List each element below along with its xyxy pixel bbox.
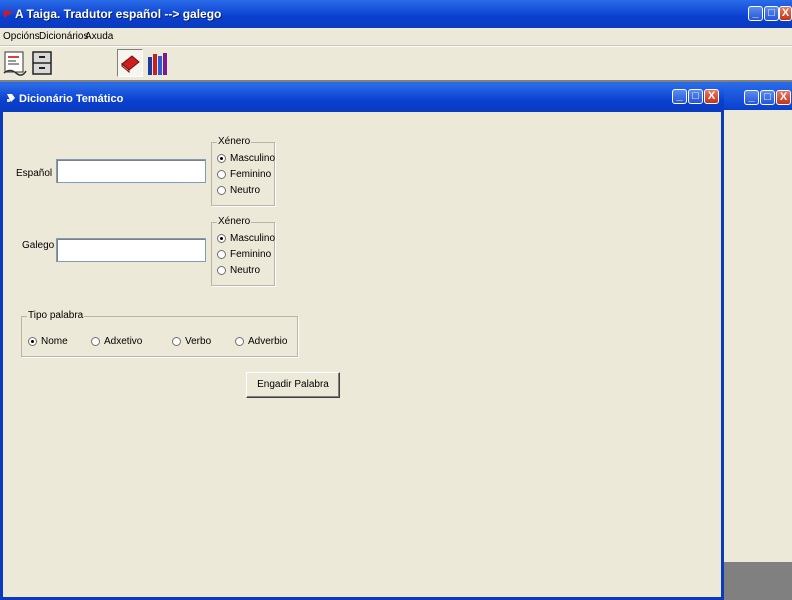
radio-label: Neutro [230,185,261,196]
child-maximize-button[interactable]: □ [688,89,703,104]
minimize-icon: _ [752,7,759,19]
close-button[interactable]: X [779,6,792,21]
xenero-espanol-group: Xénero Masculino Feminino Neutro [211,136,275,206]
radio-label: Masculino [230,233,276,244]
radio-dot [28,337,37,346]
radio-dot [235,337,244,346]
child-close-button[interactable]: X [704,89,719,104]
xenero-galego-neutro[interactable]: Neutro [217,265,260,276]
menu-bar: Opcións Dicionários Axuda [0,28,792,46]
app-icon [3,9,13,18]
radio-label: Adverbio [248,336,288,347]
tipo-nome-radio[interactable]: Nome [28,336,68,347]
radio-dot [217,266,226,275]
cabinet-icon [32,51,52,75]
app-title-bar[interactable]: A Taiga. Tradutor español --> galego _ □… [0,0,792,28]
close-icon: X [781,7,790,19]
radio-label: Feminino [230,249,272,260]
xenero-galego-legend: Xénero [217,216,252,227]
radio-label: Adxetivo [104,336,143,347]
tipo-adxetivo-radio[interactable]: Adxetivo [91,336,142,347]
translate-icon [3,51,27,76]
radio-dot [172,337,181,346]
thematic-dictionary-button[interactable] [145,49,171,77]
app-title: A Taiga. Tradutor español --> galego [15,7,222,21]
radio-dot [217,250,226,259]
bg-maximize-button[interactable]: □ [760,90,775,105]
child-minimize-button[interactable]: _ [672,89,687,104]
engadir-palabra-button[interactable]: Engadir Palabra [246,372,340,398]
window-icon [7,94,15,102]
bg-minimize-button[interactable]: _ [744,90,759,105]
menu-opcions[interactable]: Opcións [3,31,40,42]
tipo-verbo-radio[interactable]: Verbo [172,336,211,347]
xenero-galego-masculino[interactable]: Masculino [217,233,275,244]
maximize-icon: □ [764,91,771,103]
xenero-espanol-feminino[interactable]: Feminino [217,169,271,180]
xenero-galego-group: Xénero Masculino Feminino Neutro [211,216,275,286]
radio-dot [217,186,226,195]
tipo-adverbio-radio[interactable]: Adverbio [235,336,287,347]
xenero-espanol-legend: Xénero [217,136,252,147]
minimize-icon: _ [748,91,755,103]
cabinet-button[interactable] [29,49,55,77]
xenero-espanol-masculino[interactable]: Masculino [217,153,275,164]
radio-label: Masculino [230,153,276,164]
galego-input[interactable] [56,238,206,262]
radio-label: Verbo [185,336,212,347]
xenero-galego-feminino[interactable]: Feminino [217,249,271,260]
galego-label: Galego [22,240,55,251]
maximize-icon: □ [768,7,775,19]
menu-dicionarios[interactable]: Dicionários [39,31,88,42]
book-icon [121,55,140,74]
dictionary-button[interactable] [117,49,143,77]
xenero-espanol-neutro[interactable]: Neutro [217,185,260,196]
radio-dot [91,337,100,346]
close-icon: X [707,90,716,102]
radio-dot [217,234,226,243]
maximize-button[interactable]: □ [764,6,779,21]
radio-label: Nome [41,336,68,347]
radio-label: Neutro [230,265,261,276]
books-icon [148,53,167,75]
minimize-icon: _ [676,90,683,102]
bg-close-button[interactable]: X [776,90,791,105]
radio-label: Feminino [230,169,272,180]
espanol-label: Español [16,168,53,179]
radio-dot [217,170,226,179]
tipo-palabra-legend: Tipo palabra [27,310,85,321]
menu-axuda[interactable]: Axuda [85,31,113,42]
maximize-icon: □ [692,90,699,102]
espanol-input[interactable] [56,159,206,183]
translate-button[interactable] [2,49,28,77]
close-icon: X [779,91,788,103]
child-title: Dicionário Temático [19,93,124,105]
radio-dot [217,154,226,163]
toolbar [0,46,792,80]
minimize-button[interactable]: _ [748,6,763,21]
tipo-palabra-group: Tipo palabra Nome Adxetivo Verbo Adverbi… [21,310,298,357]
child-title-bar[interactable]: Dicionário Temático _ □ X [0,84,724,112]
